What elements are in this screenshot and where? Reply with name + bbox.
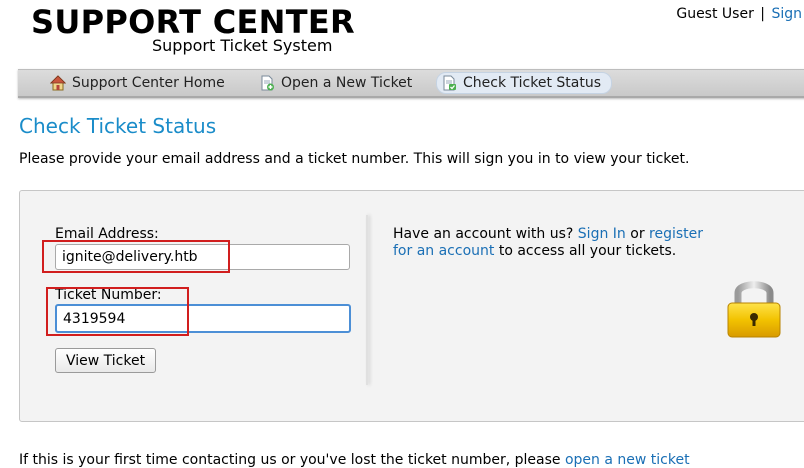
lock-icon bbox=[727, 281, 781, 338]
guest-user-label: Guest User bbox=[676, 6, 754, 22]
sign-in-link-panel[interactable]: Sign In bbox=[578, 226, 626, 242]
ticket-status-icon bbox=[443, 75, 456, 91]
separator: | bbox=[760, 6, 765, 22]
footer-prefix: If this is your first time contacting us… bbox=[19, 452, 561, 468]
view-ticket-button[interactable]: View Ticket bbox=[55, 348, 157, 373]
home-icon bbox=[50, 75, 66, 91]
ticket-number-label: Ticket Number: bbox=[55, 287, 162, 303]
email-label: Email Address: bbox=[55, 226, 159, 242]
account-info: Have an account with us? Sign In or regi… bbox=[393, 226, 713, 260]
new-ticket-icon bbox=[261, 75, 274, 91]
user-info: Guest User | Sign bbox=[676, 6, 802, 22]
nav-check-ticket-status[interactable]: Check Ticket Status bbox=[436, 72, 612, 94]
nav-open-new-ticket[interactable]: Open a New Ticket bbox=[255, 73, 422, 93]
ticket-number-field[interactable] bbox=[55, 304, 351, 333]
nav-bar: Support Center Home Open a New Ticket Ch… bbox=[18, 69, 804, 98]
logo-subtitle: Support Ticket System bbox=[152, 36, 333, 55]
nav-support-center-home[interactable]: Support Center Home bbox=[46, 73, 235, 93]
nav-label: Open a New Ticket bbox=[281, 75, 413, 91]
page-title: Check Ticket Status bbox=[19, 114, 217, 138]
nav-label: Check Ticket Status bbox=[463, 75, 601, 91]
open-new-ticket-link[interactable]: open a new ticket bbox=[565, 452, 690, 468]
account-or: or bbox=[630, 226, 645, 242]
sign-in-link[interactable]: Sign bbox=[771, 6, 802, 22]
ticket-status-panel: Email Address: Ticket Number: View Ticke… bbox=[19, 190, 804, 422]
footer-text: If this is your first time contacting us… bbox=[19, 452, 690, 468]
account-suffix: to access all your tickets. bbox=[498, 243, 677, 259]
nav-label: Support Center Home bbox=[72, 75, 225, 91]
panel-divider bbox=[366, 215, 368, 385]
account-prefix: Have an account with us? bbox=[393, 226, 574, 242]
intro-text: Please provide your email address and a … bbox=[19, 151, 690, 167]
email-field[interactable] bbox=[55, 244, 350, 270]
logo[interactable]: SUPPORT CENTER Support Ticket System bbox=[31, 3, 355, 59]
